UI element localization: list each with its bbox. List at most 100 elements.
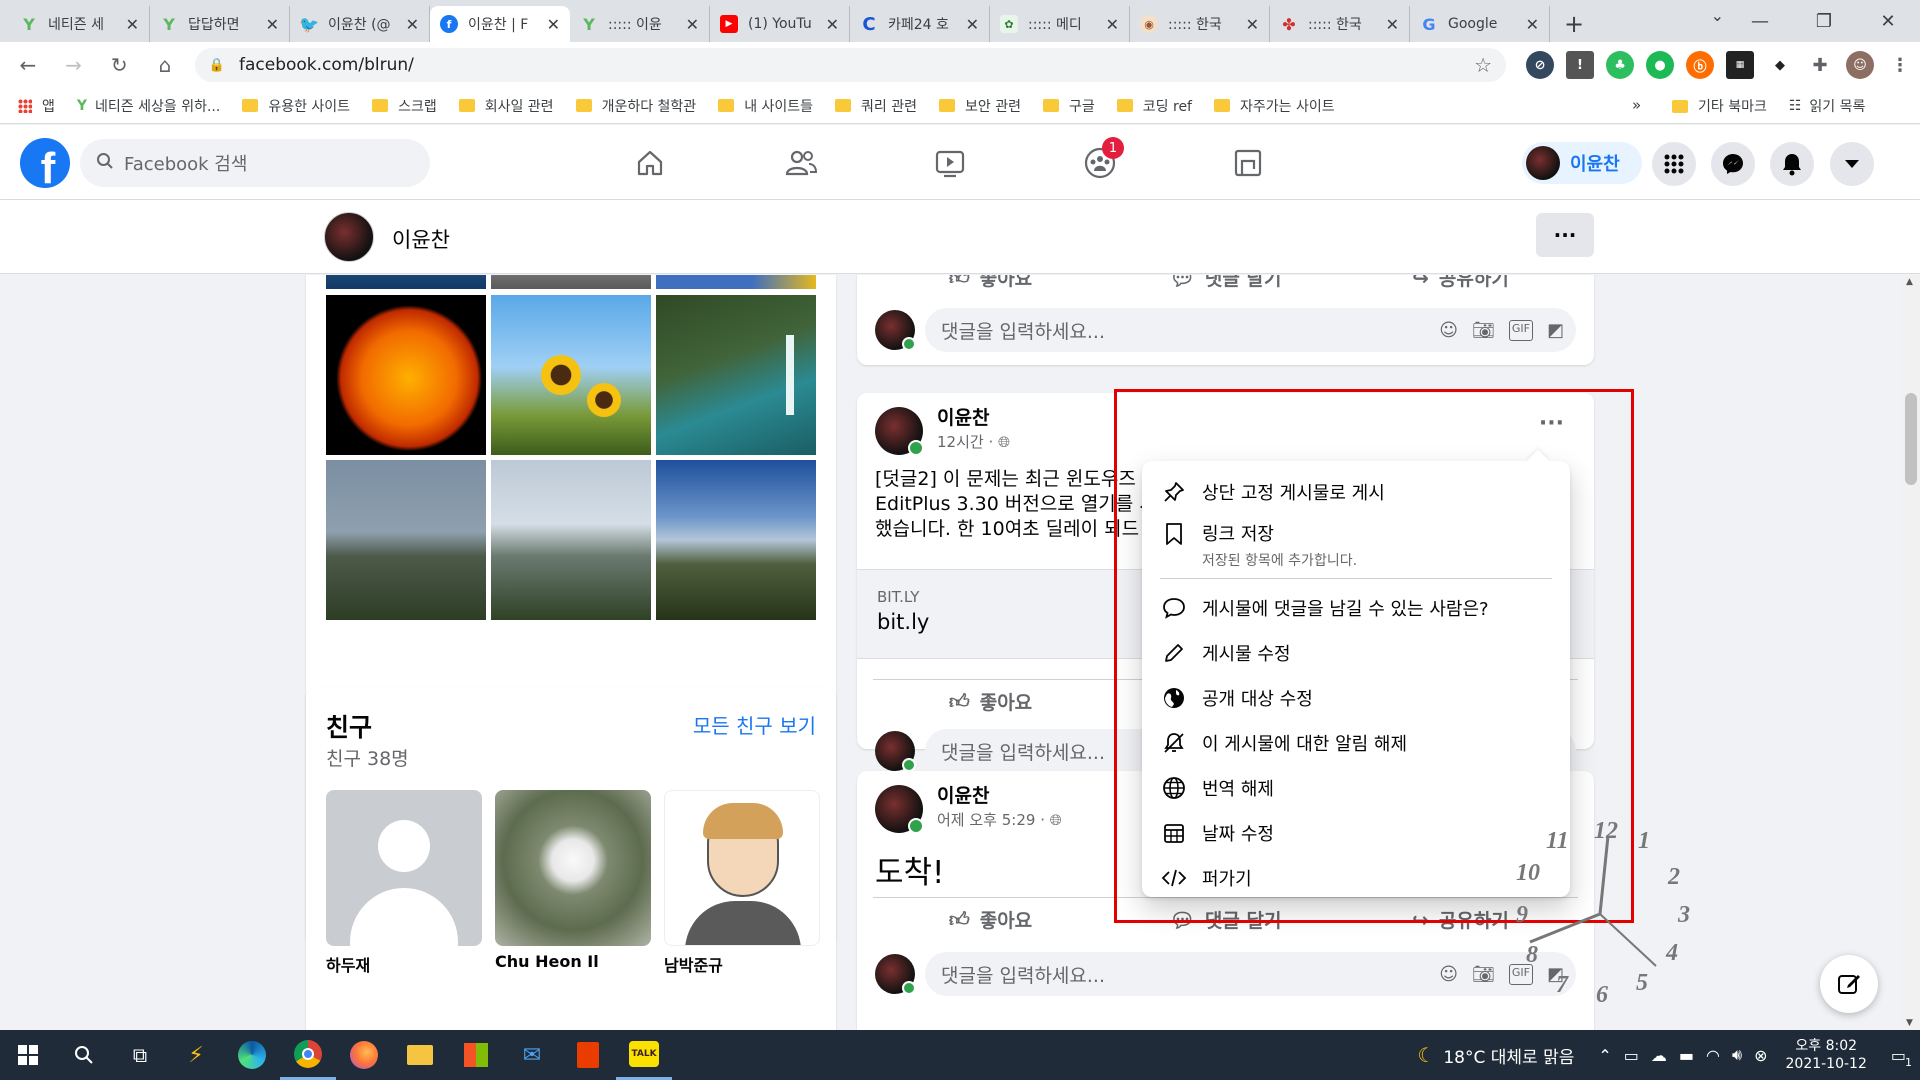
extension-icon[interactable]: ⊘ (1526, 51, 1555, 79)
browser-tab[interactable]: Y 답답하면 ✕ (150, 6, 290, 42)
close-tab-icon[interactable]: ✕ (406, 15, 419, 34)
bookmark-folder[interactable]: 내 사이트들 (718, 96, 813, 116)
battery-icon[interactable]: ▬ (1679, 1046, 1694, 1065)
close-window-icon[interactable]: ✕ (1856, 0, 1920, 42)
friend-item[interactable]: 하두재 (326, 790, 482, 976)
like-button[interactable]: 👍︎ 좋아요 (873, 898, 1108, 941)
comment-input[interactable]: 댓글을 입력하세요... ☺ 📷︎ GIF ◩ (925, 952, 1576, 996)
store-icon[interactable] (448, 1030, 504, 1080)
facebook-logo-icon[interactable]: f (20, 138, 70, 188)
bookmark-star-icon[interactable]: ☆ (1474, 53, 1492, 77)
profile-name[interactable]: 이윤찬 (392, 224, 450, 254)
photo-thumbnail[interactable] (491, 460, 651, 620)
friend-item[interactable]: Chu Heon Il (495, 790, 651, 971)
comment-input[interactable]: 댓글을 입력하세요... ☺ 📷︎ GIF ◩ (925, 308, 1576, 352)
bookmark-folder[interactable]: 구글 (1043, 96, 1095, 116)
firefox-icon[interactable] (336, 1030, 392, 1080)
browser-tab[interactable]: ✤::::: 한국 ✕ (1270, 6, 1410, 42)
profile-avatar-icon[interactable]: ☺ (1846, 51, 1875, 79)
tab-search-chevron-icon[interactable]: ⌄ (1711, 6, 1724, 25)
scrollbar-thumb[interactable] (1905, 393, 1917, 485)
reload-icon[interactable]: ↻ (101, 47, 137, 83)
wifi-icon[interactable]: ◠ (1706, 1046, 1720, 1065)
camera-icon[interactable]: 📷︎ (1472, 964, 1495, 985)
photo-thumbnail[interactable] (326, 275, 486, 289)
app-icon[interactable]: ⚡ (168, 1030, 224, 1080)
browser-tab[interactable]: ▶ (1) YouTu ✕ (710, 6, 850, 42)
bookmarks-overflow-button[interactable]: » (1632, 96, 1641, 114)
edge-browser-icon[interactable] (224, 1030, 280, 1080)
back-arrow-icon[interactable]: ← (10, 47, 46, 83)
photo-thumbnail[interactable] (656, 275, 816, 289)
account-chevron-icon[interactable] (1830, 142, 1874, 186)
extension-icon[interactable]: ▦ (1726, 51, 1755, 79)
browser-tab-active[interactable]: f 이윤찬 | F ✕ (430, 6, 570, 42)
camera-icon[interactable]: 📷︎ (1472, 320, 1495, 341)
weather-widget[interactable]: ☾ 18°C 대체로 맑음 (1417, 1043, 1574, 1068)
post-author[interactable]: 이윤찬 (937, 403, 989, 430)
close-tab-icon[interactable]: ✕ (1526, 15, 1539, 34)
close-tab-icon[interactable]: ✕ (1106, 15, 1119, 34)
close-tab-icon[interactable]: ✕ (547, 15, 560, 34)
like-button[interactable]: 👍︎ 좋아요 (873, 275, 1108, 299)
avatar[interactable] (875, 785, 924, 834)
gif-icon[interactable]: GIF (1508, 319, 1533, 341)
photo-thumbnail[interactable] (326, 460, 486, 620)
profile-shortcut[interactable]: 이윤찬 (1522, 142, 1642, 184)
photo-thumbnail[interactable] (656, 460, 816, 620)
post-author[interactable]: 이윤찬 (937, 781, 989, 808)
extension-icon[interactable]: ⓑ (1686, 51, 1715, 79)
bookmark-folder[interactable]: 자주가는 사이트 (1213, 96, 1335, 116)
avatar[interactable] (875, 407, 924, 456)
bookmark-folder[interactable]: 회사일 관련 (458, 96, 554, 116)
bookmark-folder[interactable]: 코딩 ref (1116, 96, 1192, 116)
close-tab-icon[interactable]: ✕ (1246, 15, 1259, 34)
facebook-search-input[interactable]: Facebook 검색 (80, 139, 430, 187)
photo-thumbnail[interactable] (491, 275, 651, 289)
messenger-icon[interactable] (1711, 142, 1755, 186)
close-tab-icon[interactable]: ✕ (126, 15, 139, 34)
extension-icon[interactable]: ◆ (1766, 51, 1794, 79)
menu-grid-icon[interactable] (1652, 142, 1696, 186)
bookmark-folder[interactable]: 유용한 사이트 (242, 96, 350, 116)
kakaotalk-icon[interactable]: TALK (616, 1030, 672, 1080)
bookmark-item[interactable]: Y 네티즌 세상을 위하... (77, 96, 220, 116)
browser-tab[interactable]: 🐦 이윤찬 (@ ✕ (290, 6, 430, 42)
sticker-icon[interactable]: ◩ (1547, 964, 1564, 985)
bookmark-apps[interactable]: 앱 (18, 96, 55, 116)
post-timestamp[interactable]: 어제 오후 5:29 · 🌐︎ (937, 809, 1062, 830)
other-bookmarks-folder[interactable]: 기타 북마크 (1672, 96, 1767, 116)
tray-chevron-icon[interactable]: ⌃ (1598, 1046, 1611, 1065)
onedrive-cloud-icon[interactable]: ☁ (1651, 1046, 1667, 1065)
close-tab-icon[interactable]: ✕ (266, 15, 279, 34)
compose-message-button[interactable] (1820, 955, 1878, 1013)
file-explorer-icon[interactable] (392, 1030, 448, 1080)
scroll-down-icon[interactable]: ▼ (1906, 1018, 1913, 1028)
taskbar-search-icon[interactable] (56, 1030, 112, 1080)
reading-list-button[interactable]: ☷ 읽기 목록 (1789, 96, 1866, 116)
friend-item[interactable]: 남박준규 (664, 790, 820, 976)
close-tab-icon[interactable]: ✕ (1386, 15, 1399, 34)
scroll-up-icon[interactable]: ▲ (1906, 277, 1913, 287)
browser-tab[interactable]: ◉::::: 한국 ✕ (1130, 6, 1270, 42)
browser-tab[interactable]: ✿::::: 메디 ✕ (990, 6, 1130, 42)
post-timestamp[interactable]: 12시간 · 🌐︎ (937, 431, 1010, 452)
chrome-menu-icon[interactable]: ⋮ (1886, 51, 1914, 79)
browser-tab[interactable]: C 카페24 호 ✕ (850, 6, 990, 42)
home-nav-icon[interactable] (628, 141, 672, 185)
chrome-browser-icon[interactable] (280, 1030, 336, 1080)
forward-arrow-icon[interactable]: → (56, 47, 92, 83)
photo-thumbnail[interactable] (491, 295, 651, 455)
restore-icon[interactable]: ❐ (1792, 0, 1856, 42)
bookmark-folder[interactable]: 쿼리 관련 (835, 96, 917, 116)
avatar[interactable] (324, 212, 374, 262)
share-button[interactable]: ↪ 공유하기 (1343, 275, 1578, 299)
windows-start-icon[interactable] (0, 1030, 56, 1080)
volume-icon[interactable]: 🔊︎ (1732, 1045, 1742, 1065)
photo-thumbnail[interactable] (326, 295, 486, 455)
emoji-icon[interactable]: ☺ (1439, 320, 1458, 341)
ime-icon[interactable]: ⊗ (1754, 1046, 1767, 1065)
bookmark-folder[interactable]: 개운하다 철학관 (575, 96, 696, 116)
minimize-icon[interactable]: — (1728, 0, 1792, 42)
action-center-icon[interactable]: ▭ 1 (1891, 1046, 1912, 1069)
